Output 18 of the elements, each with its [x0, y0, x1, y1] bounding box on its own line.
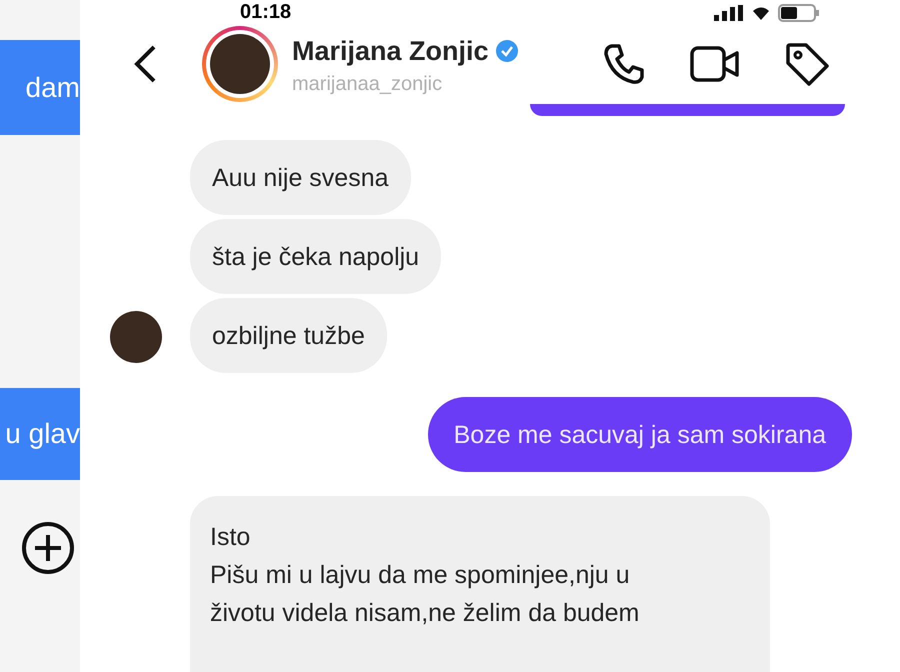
message-bubble: ozbiljne tužbe — [190, 298, 387, 373]
message-bubble: dam — [0, 40, 80, 135]
contact-username: marijanaa_zonjic — [292, 72, 444, 97]
phone-icon[interactable] — [602, 42, 646, 86]
contact-name: Marijana Zonjic — [292, 35, 489, 68]
signal-icon — [714, 5, 744, 21]
tag-icon[interactable] — [784, 40, 830, 87]
message-bubble: Auu nije svesna — [190, 140, 411, 215]
message-bubble: Boze me sacuvaj ja sam sokirana — [428, 397, 852, 472]
message-bubble: u glav — [0, 388, 80, 480]
add-icon[interactable] — [21, 521, 75, 575]
message-bubble: šta je čeka napolju — [190, 219, 442, 294]
video-camera-icon[interactable] — [690, 44, 740, 83]
wifi-icon — [752, 6, 770, 20]
battery-icon — [778, 4, 820, 22]
back-icon[interactable] — [132, 44, 158, 84]
message-bubble: Isto Pišu mi u lajvu da me spominjee,nju u životu videla nisam,ne želim da budem — [190, 496, 770, 672]
status-time: 01:18 — [240, 2, 292, 22]
